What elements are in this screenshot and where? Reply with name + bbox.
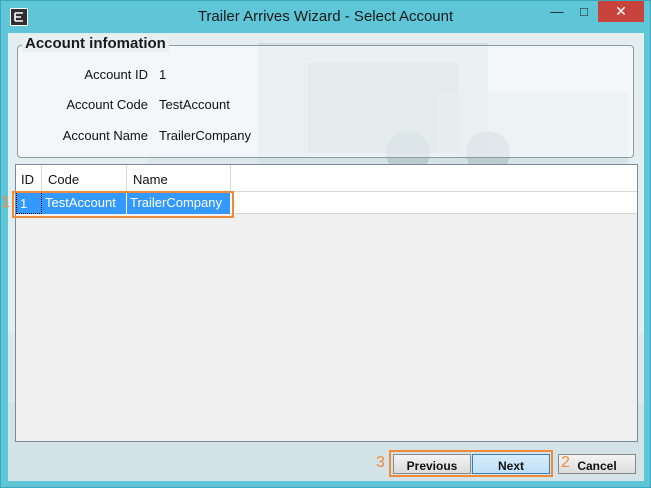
wizard-window: Trailer Arrives Wizard - Select Account … — [0, 0, 651, 488]
row-1-name-cell[interactable]: TrailerCompany — [127, 192, 231, 214]
account-id-label: Account ID — [84, 67, 148, 82]
column-header-id[interactable]: ID — [16, 165, 42, 192]
account-grid[interactable]: ID Code Name 1 TestAccount TrailerCompan… — [15, 164, 638, 442]
column-header-code[interactable]: Code — [42, 165, 127, 192]
grid-header-filler — [231, 165, 637, 192]
account-info-group: Account infomation Account ID 1 Account … — [17, 35, 634, 158]
account-code-value: TestAccount — [159, 97, 230, 112]
wizard-client-area: Account infomation Account ID 1 Account … — [8, 33, 644, 481]
next-button[interactable]: Next — [472, 454, 550, 474]
account-id-value: 1 — [159, 67, 167, 82]
row-1-filler — [231, 192, 637, 214]
grid-header: ID Code Name — [16, 165, 231, 192]
account-code-label: Account Code — [66, 97, 148, 112]
previous-button[interactable]: Previous — [393, 454, 471, 474]
row-1-id-cell[interactable]: 1 — [16, 192, 42, 214]
title-bar[interactable]: Trailer Arrives Wizard - Select Account … — [1, 1, 650, 33]
close-button[interactable]: ✕ — [598, 1, 644, 22]
account-name-value: TrailerCompany — [159, 128, 251, 143]
maximize-button[interactable]: □ — [571, 1, 597, 22]
column-header-name[interactable]: Name — [127, 165, 231, 192]
row-1-code-cell[interactable]: TestAccount — [42, 192, 127, 214]
annotation-marker-2: 2 — [561, 454, 570, 471]
annotation-marker-1: 1 — [1, 194, 10, 211]
account-info-title: Account infomation — [22, 35, 169, 52]
account-name-label: Account Name — [62, 128, 148, 143]
minimize-button[interactable]: — — [544, 1, 570, 22]
annotation-marker-3: 3 — [376, 454, 385, 471]
